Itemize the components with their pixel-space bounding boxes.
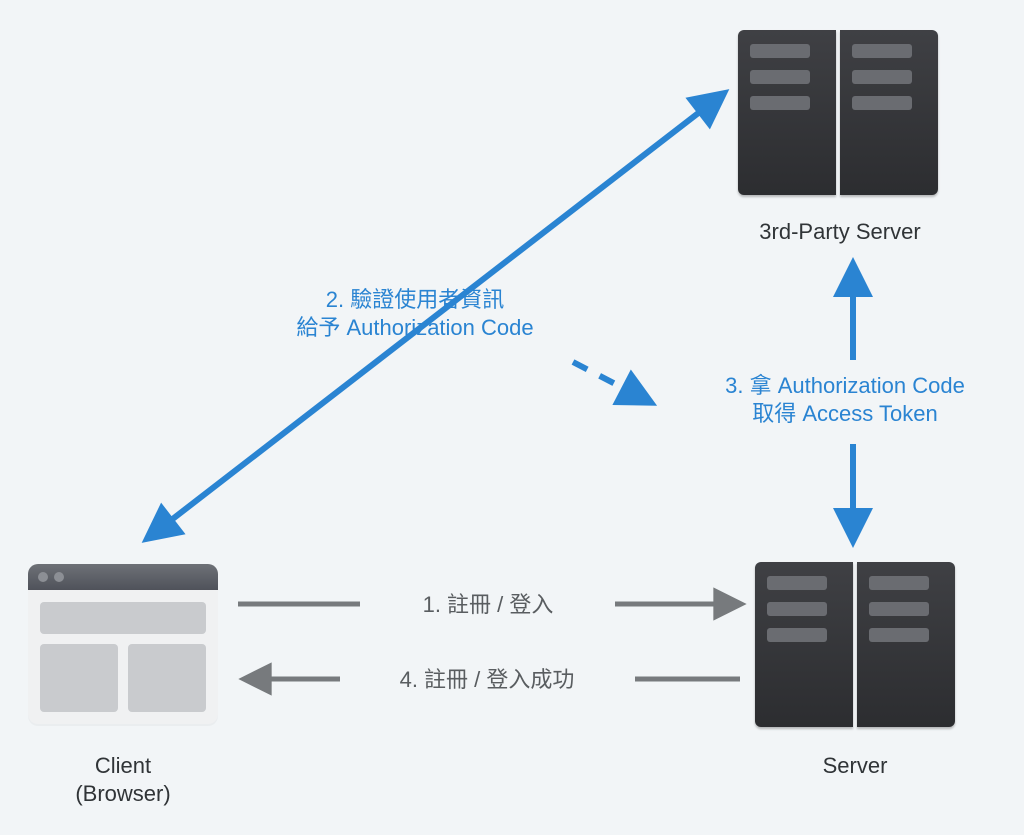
window-dot-icon xyxy=(54,572,64,582)
browser-content-bar xyxy=(40,644,118,712)
step2-label: 2. 驗證使用者資訊 給予 Authorization Code xyxy=(250,286,580,342)
browser-content-bar xyxy=(40,602,206,634)
server-label: Server xyxy=(755,752,955,780)
redirect-dashed-arrow xyxy=(573,362,650,402)
browser-titlebar xyxy=(28,564,218,590)
server-rack-icon xyxy=(857,562,955,727)
window-dot-icon xyxy=(38,572,48,582)
third-party-label: 3rd-Party Server xyxy=(725,218,955,246)
client-browser-node xyxy=(28,564,218,724)
server-node xyxy=(755,562,955,727)
client-label: Client (Browser) xyxy=(28,752,218,808)
server-rack-icon xyxy=(840,30,938,195)
step1-label: 1. 註冊 / 登入 xyxy=(368,591,608,619)
browser-body xyxy=(28,590,218,724)
step4-label: 4. 註冊 / 登入成功 xyxy=(342,666,632,694)
third-party-server-node xyxy=(738,30,938,195)
server-rack-icon xyxy=(755,562,853,727)
step3-label: 3. 拿 Authorization Code 取得 Access Token xyxy=(680,372,1010,428)
browser-content-bar xyxy=(128,644,206,712)
oauth-flow-diagram: { "nodes": { "client": { "label": "Clien… xyxy=(0,0,1024,835)
server-rack-icon xyxy=(738,30,836,195)
